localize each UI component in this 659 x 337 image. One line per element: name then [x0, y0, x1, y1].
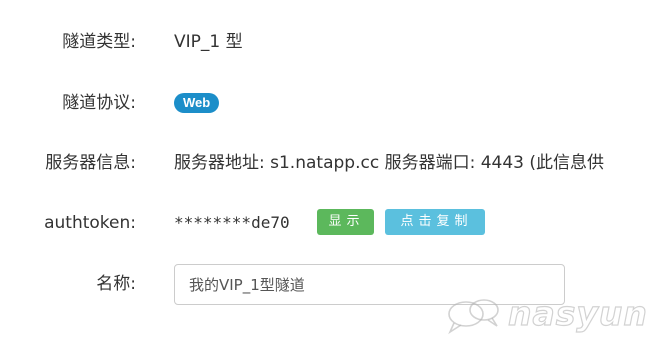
server-info-row: 服务器信息: 服务器地址: s1.natapp.cc 服务器端口: 4443 (…	[0, 143, 659, 183]
authtoken-value: ********de70	[174, 213, 290, 232]
tunnel-protocol-row: 隧道协议: Web	[0, 83, 659, 123]
authtoken-row: authtoken: ********de70 显示 点击复制	[0, 203, 659, 243]
tunnel-name-input[interactable]	[174, 264, 565, 305]
protocol-web-badge: Web	[174, 93, 220, 113]
copy-token-button[interactable]: 点击复制	[385, 209, 485, 235]
server-info-value: 服务器地址: s1.natapp.cc 服务器端口: 4443 (此信息供	[174, 153, 604, 173]
tunnel-name-label: 名称:	[96, 274, 136, 294]
tunnel-type-label: 隧道类型:	[62, 32, 136, 52]
server-info-label: 服务器信息:	[45, 153, 136, 173]
tunnel-type-row: 隧道类型: VIP_1 型	[0, 22, 659, 62]
show-token-button[interactable]: 显示	[317, 209, 374, 235]
tunnel-name-row: 名称:	[0, 264, 659, 305]
authtoken-label: authtoken:	[44, 213, 136, 233]
tunnel-type-value: VIP_1 型	[174, 32, 243, 52]
tunnel-protocol-label: 隧道协议:	[62, 93, 136, 113]
